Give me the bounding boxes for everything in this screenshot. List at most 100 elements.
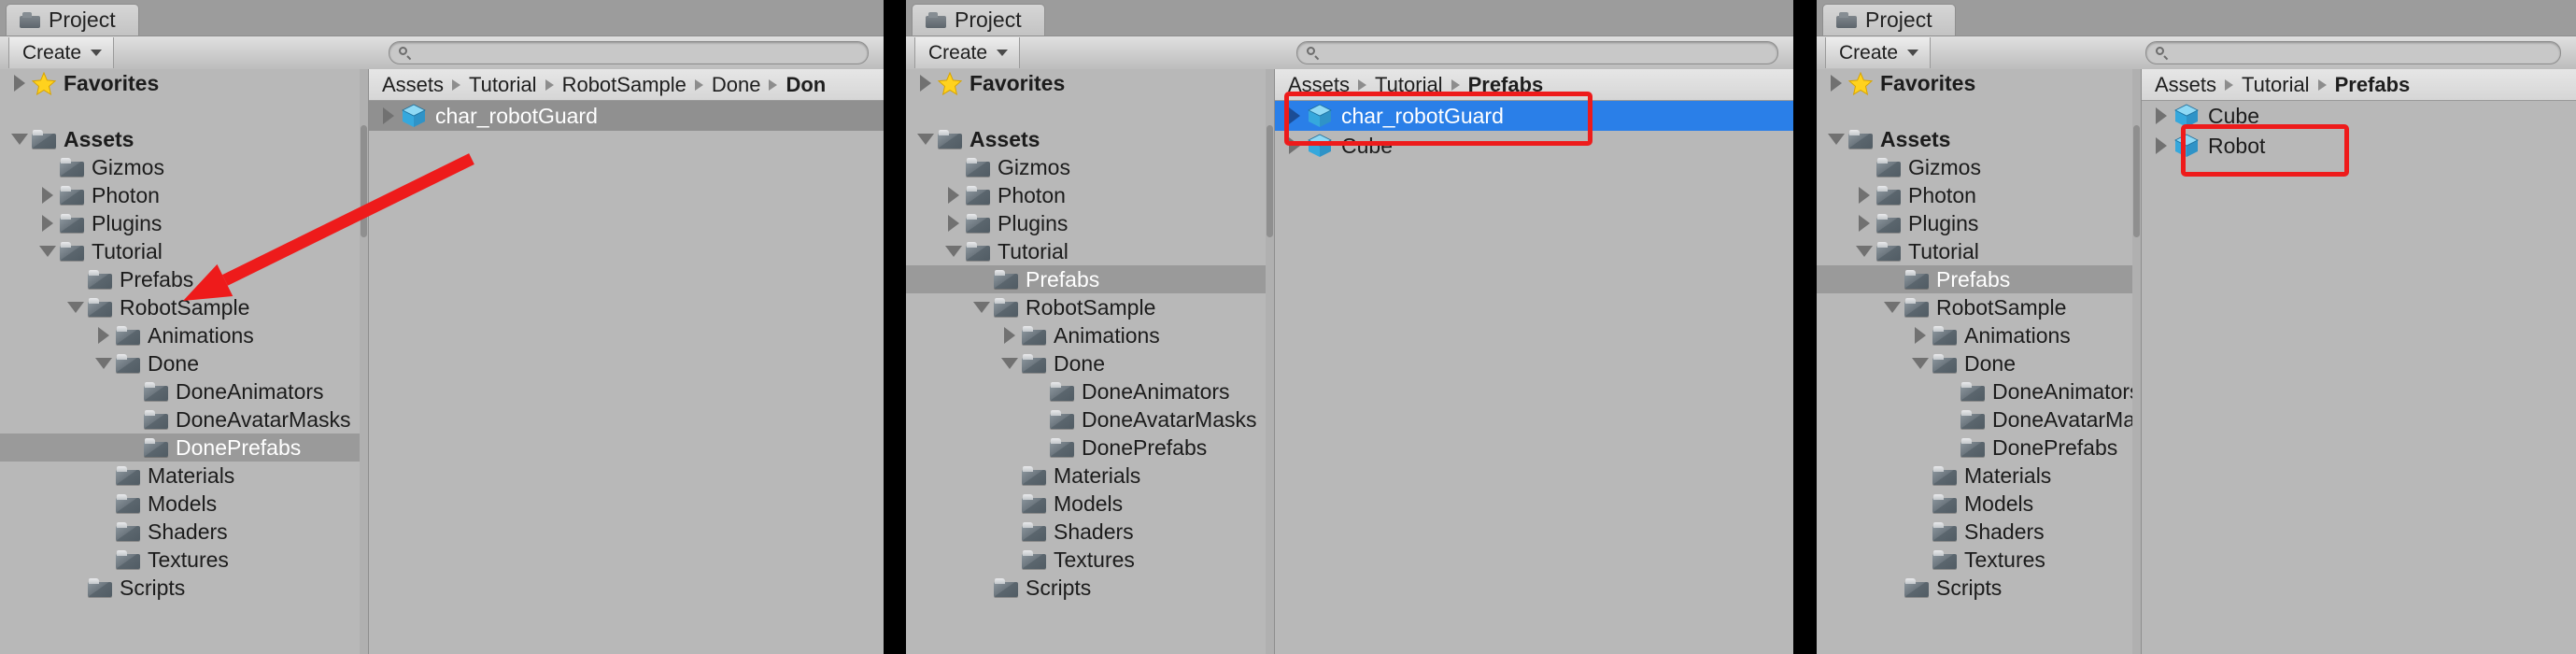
tree-item-robotsample[interactable]: RobotSample	[906, 293, 1274, 321]
tree-item-photon[interactable]: Photon	[0, 181, 368, 209]
tree-item-robotsample-collapse-toggle[interactable]	[970, 302, 994, 313]
tree-item-animations[interactable]: Animations	[906, 321, 1274, 349]
project-tree-pane[interactable]: Favorites Assets Gizmos Photon Plugins Tutori…	[906, 69, 1275, 654]
project-tree-pane[interactable]: Favorites Assets Gizmos Photon Plugins Tutori…	[1817, 69, 2142, 654]
tree-scrollbar[interactable]	[1266, 69, 1274, 654]
tree-item-doneavatarmasks[interactable]: DoneAvatarMasks	[906, 405, 1274, 434]
tree-item-doneprefabs[interactable]: DonePrefabs	[1817, 434, 2141, 462]
tree-item-textures[interactable]: Textures	[0, 546, 368, 574]
tree-item-plugins-expand-toggle[interactable]	[941, 215, 966, 232]
tree-item-animations[interactable]: Animations	[0, 321, 368, 349]
tree-item-photon-expand-toggle[interactable]	[941, 187, 966, 204]
breadcrumb-segment-assets[interactable]: Assets	[382, 74, 444, 95]
asset-item-cube[interactable]: Cube	[2142, 101, 2576, 131]
tree-scrollbar[interactable]	[360, 69, 368, 654]
project-tree-pane[interactable]: Favorites Assets Gizmos Photon Plugins Tutori…	[0, 69, 369, 654]
tree-item-photon[interactable]: Photon	[1817, 181, 2141, 209]
tree-item-robotsample-collapse-toggle[interactable]	[1880, 302, 1904, 313]
tree-item-assets-collapse-toggle[interactable]	[1824, 134, 1848, 145]
tree-item-tutorial-collapse-toggle[interactable]	[1852, 246, 1876, 257]
tree-item-favorites[interactable]: Favorites	[906, 69, 1274, 97]
tree-item-shaders[interactable]: Shaders	[906, 518, 1274, 546]
asset-item-cube[interactable]: Cube	[1275, 131, 1793, 161]
tree-item-plugins[interactable]: Plugins	[0, 209, 368, 237]
breadcrumb-segment-done[interactable]: Done	[712, 74, 761, 95]
tree-item-done-collapse-toggle[interactable]	[92, 358, 116, 369]
tree-item-assets[interactable]: Assets	[0, 125, 368, 153]
tree-item-gizmos[interactable]: Gizmos	[1817, 153, 2141, 181]
project-content-pane[interactable]: Assets Tutorial Prefabs char_robotGuard Cube	[1275, 69, 1793, 654]
tree-item-scripts[interactable]: Scripts	[1817, 574, 2141, 602]
tree-item-prefabs[interactable]: Prefabs	[1817, 265, 2141, 293]
tree-item-tutorial[interactable]: Tutorial	[1817, 237, 2141, 265]
tree-item-assets-collapse-toggle[interactable]	[7, 134, 32, 145]
tree-item-photon-expand-toggle[interactable]	[35, 187, 60, 204]
tree-item-scripts[interactable]: Scripts	[0, 574, 368, 602]
tree-item-done-collapse-toggle[interactable]	[998, 358, 1022, 369]
tree-scrollbar-thumb[interactable]	[1267, 125, 1273, 237]
project-content-pane[interactable]: Assets Tutorial RobotSample Done Don char_rob…	[369, 69, 884, 654]
tree-item-materials[interactable]: Materials	[906, 462, 1274, 490]
tree-item-doneavatarmasks[interactable]: DoneAvatarMasks	[1817, 405, 2141, 434]
tree-item-done[interactable]: Done	[906, 349, 1274, 377]
tree-item-materials[interactable]: Materials	[0, 462, 368, 490]
tree-item-models[interactable]: Models	[1817, 490, 2141, 518]
search-input[interactable]	[2169, 44, 2551, 62]
tree-item-tutorial-collapse-toggle[interactable]	[35, 246, 60, 257]
tree-item-prefabs[interactable]: Prefabs	[0, 265, 368, 293]
tree-scrollbar[interactable]	[2132, 69, 2141, 654]
search-box[interactable]	[2145, 41, 2561, 64]
breadcrumb-segment-tutorial[interactable]: Tutorial	[469, 74, 537, 95]
tree-item-assets-collapse-toggle[interactable]	[913, 134, 938, 145]
tree-item-plugins[interactable]: Plugins	[906, 209, 1274, 237]
tree-item-doneprefabs[interactable]: DonePrefabs	[906, 434, 1274, 462]
breadcrumb-segment-prefabs[interactable]: Prefabs	[1468, 74, 1544, 95]
tree-item-robotsample[interactable]: RobotSample	[0, 293, 368, 321]
tree-item-gizmos[interactable]: Gizmos	[906, 153, 1274, 181]
tree-item-favorites-expand-toggle[interactable]	[1824, 75, 1848, 92]
tree-item-favorites[interactable]: Favorites	[0, 69, 368, 97]
tree-item-done[interactable]: Done	[0, 349, 368, 377]
breadcrumb-segment-assets[interactable]: Assets	[1288, 74, 1350, 95]
tree-item-animations-expand-toggle[interactable]	[92, 327, 116, 344]
create-menu-button[interactable]: Create	[8, 37, 115, 68]
tree-item-assets[interactable]: Assets	[906, 125, 1274, 153]
breadcrumb-segment-prefabs[interactable]: Prefabs	[2335, 74, 2411, 95]
breadcrumb-segment-assets[interactable]: Assets	[2155, 74, 2216, 95]
tree-item-favorites-expand-toggle[interactable]	[913, 75, 938, 92]
breadcrumb-segment-don[interactable]: Don	[786, 74, 826, 95]
tree-scrollbar-thumb[interactable]	[2133, 125, 2140, 237]
breadcrumb-segment-tutorial[interactable]: Tutorial	[1375, 74, 1443, 95]
tree-item-animations-expand-toggle[interactable]	[998, 327, 1022, 344]
tree-item-doneanimators[interactable]: DoneAnimators	[906, 377, 1274, 405]
tab-project[interactable]: Project	[6, 4, 139, 36]
tree-item-robotsample[interactable]: RobotSample	[1817, 293, 2141, 321]
tree-item-models[interactable]: Models	[0, 490, 368, 518]
tree-item-doneanimators[interactable]: DoneAnimators	[0, 377, 368, 405]
tree-item-done-collapse-toggle[interactable]	[1908, 358, 1932, 369]
asset-item-cube-expand-toggle[interactable]	[1282, 137, 1307, 154]
tree-item-gizmos[interactable]: Gizmos	[0, 153, 368, 181]
asset-item-char-robotguard-expand-toggle[interactable]	[1282, 107, 1307, 124]
tab-project[interactable]: Project	[1822, 4, 1956, 36]
breadcrumb-segment-robotsample[interactable]: RobotSample	[562, 74, 686, 95]
asset-item-robot-expand-toggle[interactable]	[2149, 137, 2173, 154]
tree-item-animations-expand-toggle[interactable]	[1908, 327, 1932, 344]
tree-item-photon[interactable]: Photon	[906, 181, 1274, 209]
search-input[interactable]	[412, 44, 858, 62]
tree-item-tutorial[interactable]: Tutorial	[906, 237, 1274, 265]
tree-item-photon-expand-toggle[interactable]	[1852, 187, 1876, 204]
tree-item-prefabs[interactable]: Prefabs	[906, 265, 1274, 293]
tree-item-assets[interactable]: Assets	[1817, 125, 2141, 153]
tree-item-textures[interactable]: Textures	[906, 546, 1274, 574]
tree-item-robotsample-collapse-toggle[interactable]	[64, 302, 88, 313]
asset-item-char-robotguard-expand-toggle[interactable]	[376, 107, 401, 124]
tab-project[interactable]: Project	[912, 4, 1045, 36]
tree-scrollbar-thumb[interactable]	[361, 125, 367, 237]
tree-item-plugins-expand-toggle[interactable]	[35, 215, 60, 232]
tree-item-favorites-expand-toggle[interactable]	[7, 75, 32, 92]
tree-item-shaders[interactable]: Shaders	[0, 518, 368, 546]
tree-item-plugins[interactable]: Plugins	[1817, 209, 2141, 237]
asset-item-char-robotguard[interactable]: char_robotGuard	[369, 101, 884, 131]
tree-item-doneprefabs[interactable]: DonePrefabs	[0, 434, 368, 462]
